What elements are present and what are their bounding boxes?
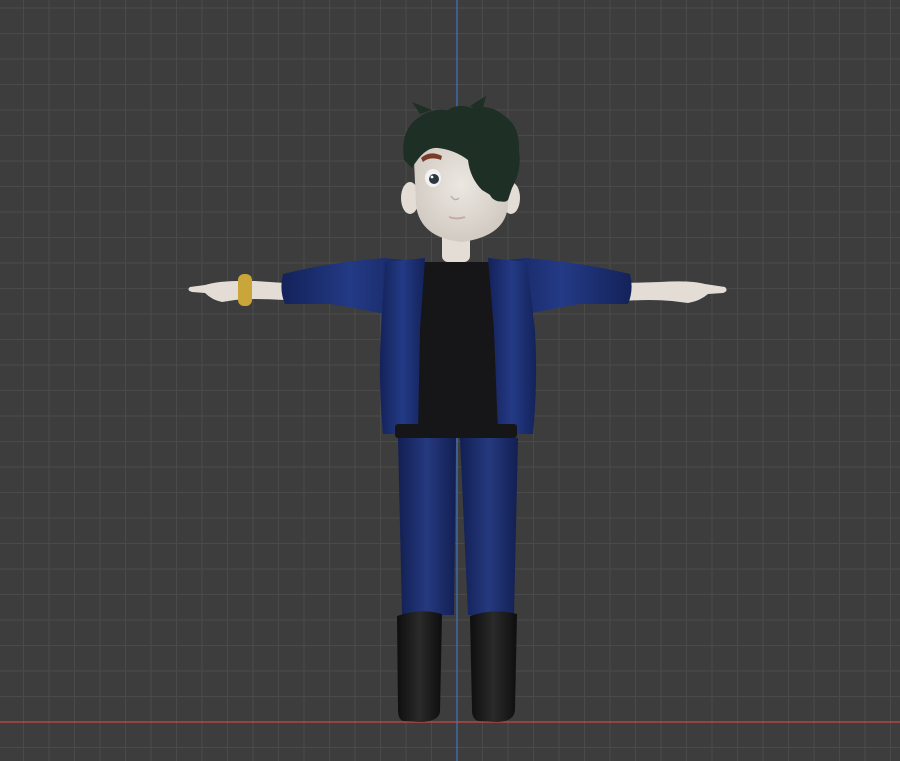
- right-leg: [460, 438, 518, 615]
- right-arm: [625, 281, 727, 303]
- head: [401, 96, 520, 242]
- left-arm: [188, 274, 285, 306]
- shirt-hem: [395, 424, 517, 438]
- left-leg: [398, 438, 456, 615]
- left-boot: [397, 611, 442, 722]
- right-boot: [470, 611, 517, 722]
- bracelet: [238, 274, 252, 306]
- 3d-viewport[interactable]: [0, 0, 900, 761]
- shirt: [410, 262, 500, 430]
- character-model[interactable]: [0, 0, 900, 761]
- jacket-left-panel: [379, 258, 425, 434]
